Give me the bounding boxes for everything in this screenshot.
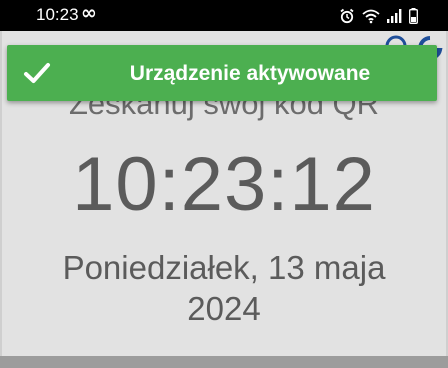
clock-display: 10:23:12 — [72, 142, 376, 227]
toast-message: Urządzenie aktywowane — [129, 62, 371, 85]
status-icons — [339, 6, 418, 26]
infinity-icon: ∞ — [81, 2, 97, 24]
status-bar: 10:23 ∞ — [0, 0, 448, 31]
bottom-bar — [0, 356, 448, 368]
checkmark-icon — [23, 61, 51, 85]
wifi-icon — [362, 8, 380, 24]
battery-icon — [409, 8, 418, 24]
device-activated-toast[interactable]: Urządzenie aktywowane — [7, 45, 437, 101]
date-year: 2024 — [187, 290, 261, 327]
signal-icon — [387, 9, 402, 23]
alarm-icon — [339, 8, 355, 24]
status-time: 10:23 — [36, 5, 79, 24]
date-display: Poniedziałek, 13 maja — [62, 249, 386, 286]
